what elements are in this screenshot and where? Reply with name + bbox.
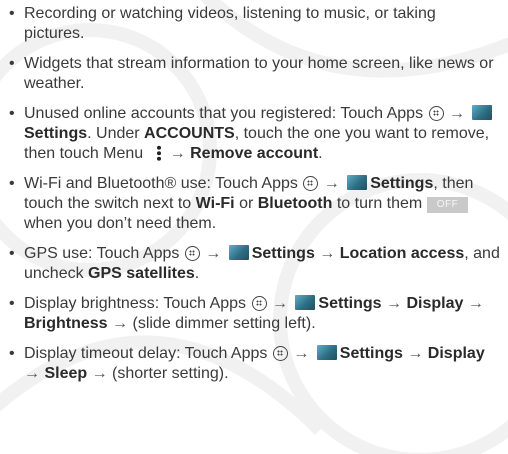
settings-label: Settings (339, 345, 403, 362)
arrow-icon: → (24, 365, 40, 382)
list-item: Display timeout delay: Touch Apps → Sett… (8, 344, 500, 384)
item-text: . (194, 265, 200, 282)
item-text: Unused online accounts that you register… (24, 105, 424, 122)
list-item: Recording or watching videos, listening … (8, 4, 500, 44)
item-text: (shorter setting). (112, 365, 229, 382)
display-label: Display (427, 345, 485, 362)
item-text: . (318, 145, 323, 162)
arrow-icon: → (169, 145, 186, 162)
battery-tips-list: Recording or watching videos, listening … (8, 0, 500, 394)
list-item: Unused online accounts that you register… (8, 104, 500, 164)
settings-label: Settings (251, 245, 315, 262)
arrow-icon: → (448, 105, 465, 122)
settings-label: Settings (24, 125, 88, 142)
item-text: or (239, 195, 254, 212)
item-text: to turn them (336, 195, 423, 212)
apps-icon (272, 346, 288, 361)
item-text: Display brightness: Touch Apps (24, 295, 247, 312)
item-text: GPS use: Touch Apps (24, 245, 180, 262)
arrow-icon: → (91, 365, 108, 382)
arrow-icon: → (386, 295, 402, 312)
wifi-label: Wi-Fi (195, 195, 235, 212)
arrow-icon: → (467, 295, 484, 312)
menu-icon (156, 145, 161, 161)
off-toggle: OFF (426, 197, 469, 213)
arrow-icon: → (205, 245, 222, 262)
sleep-label: Sleep (44, 365, 88, 382)
item-text: . Under (87, 125, 140, 142)
item-text: when you don’t need them. (24, 215, 217, 232)
location-access-label: Location access (339, 245, 465, 262)
item-text: Display timeout delay: Touch Apps (24, 345, 268, 362)
item-text: Recording or watching videos, listening … (24, 5, 436, 42)
settings-icon (347, 175, 368, 190)
arrow-icon: → (407, 345, 424, 362)
arrow-icon: → (323, 175, 340, 192)
remove-account-label: Remove account (190, 145, 319, 162)
arrow-icon: → (271, 295, 288, 312)
settings-icon (472, 105, 493, 120)
list-item: Widgets that stream information to your … (8, 54, 500, 94)
settings-icon (228, 245, 249, 260)
list-item: Wi-Fi and Bluetooth® use: Touch Apps → S… (8, 174, 500, 234)
list-item: Display brightness: Touch Apps → Setting… (8, 294, 500, 334)
display-label: Display (406, 295, 464, 312)
item-text: Wi-Fi and Bluetooth® use: Touch Apps (24, 175, 298, 192)
bluetooth-label: Bluetooth (257, 195, 333, 212)
settings-icon (295, 295, 316, 310)
gps-satellites-label: GPS satellites (88, 265, 195, 282)
arrow-icon: → (319, 245, 336, 262)
list-item: GPS use: Touch Apps → Settings → Locatio… (8, 244, 500, 284)
apps-icon (428, 106, 444, 121)
item-text: Widgets that stream information to your … (24, 55, 494, 92)
settings-icon (316, 345, 337, 360)
settings-label: Settings (370, 175, 434, 192)
brightness-label: Brightness (24, 315, 108, 332)
item-text: (slide dimmer setting left). (132, 315, 316, 332)
apps-icon (303, 176, 319, 191)
arrow-icon: → (112, 315, 129, 332)
arrow-icon: → (293, 345, 310, 362)
settings-label: Settings (318, 295, 382, 312)
apps-icon (251, 296, 267, 311)
apps-icon (184, 246, 200, 261)
accounts-label: ACCOUNTS (144, 125, 235, 142)
